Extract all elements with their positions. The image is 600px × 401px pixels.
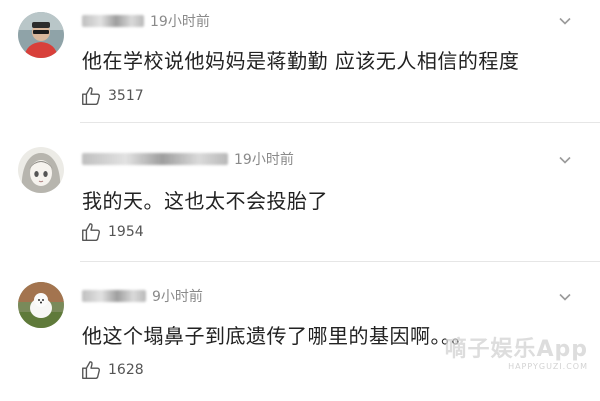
thumbs-up-icon	[82, 87, 100, 105]
avatar[interactable]	[18, 282, 64, 328]
avatar-person-icon	[18, 12, 64, 58]
like-count: 1628	[108, 362, 144, 378]
thumbs-up-icon	[82, 223, 100, 241]
comment-item: 9小时前 他这个塌鼻子到底遗传了哪里的基因啊。。。 1628	[0, 264, 600, 401]
like-button[interactable]: 1954	[80, 221, 144, 243]
blurred-username	[82, 153, 228, 165]
like-count: 3517	[108, 88, 144, 104]
username[interactable]: 19小时前	[82, 12, 210, 30]
divider	[80, 261, 600, 262]
comment-text: 我的天。这也太不会投胎了	[82, 189, 328, 213]
avatar[interactable]	[18, 147, 64, 193]
chevron-down-icon[interactable]	[558, 153, 572, 167]
avatar[interactable]	[18, 12, 64, 58]
like-button[interactable]: 3517	[80, 85, 144, 107]
like-button[interactable]: 1628	[80, 359, 144, 381]
username[interactable]: 9小时前	[82, 287, 203, 305]
watermark: 嘀子娱乐App HAPPYGUZI.COM	[444, 339, 588, 371]
divider	[80, 122, 600, 123]
avatar-dog-icon	[18, 282, 64, 328]
chevron-down-icon[interactable]	[558, 290, 572, 304]
comment-text: 他在学校说他妈妈是蒋勤勤 应该无人相信的程度	[82, 49, 520, 73]
like-count: 1954	[108, 224, 144, 240]
comment-text: 他这个塌鼻子到底遗传了哪里的基因啊。。。	[82, 324, 472, 348]
timestamp: 9小时前	[152, 289, 203, 305]
thumbs-up-icon	[82, 361, 100, 379]
blurred-username	[82, 15, 144, 27]
watermark-logo: 嘀子娱乐App	[444, 337, 588, 362]
chevron-down-icon[interactable]	[558, 14, 572, 28]
timestamp: 19小时前	[150, 14, 210, 30]
timestamp: 19小时前	[234, 152, 294, 168]
blurred-username	[82, 290, 146, 302]
comment-item: 19小时前 他在学校说他妈妈是蒋勤勤 应该无人相信的程度 3517	[0, 0, 600, 137]
username[interactable]: 19小时前	[82, 150, 294, 168]
comment-item: 19小时前 我的天。这也太不会投胎了 1954	[0, 126, 600, 263]
watermark-url: HAPPYGUZI.COM	[508, 362, 588, 371]
avatar-anime-girl-icon	[18, 147, 64, 193]
